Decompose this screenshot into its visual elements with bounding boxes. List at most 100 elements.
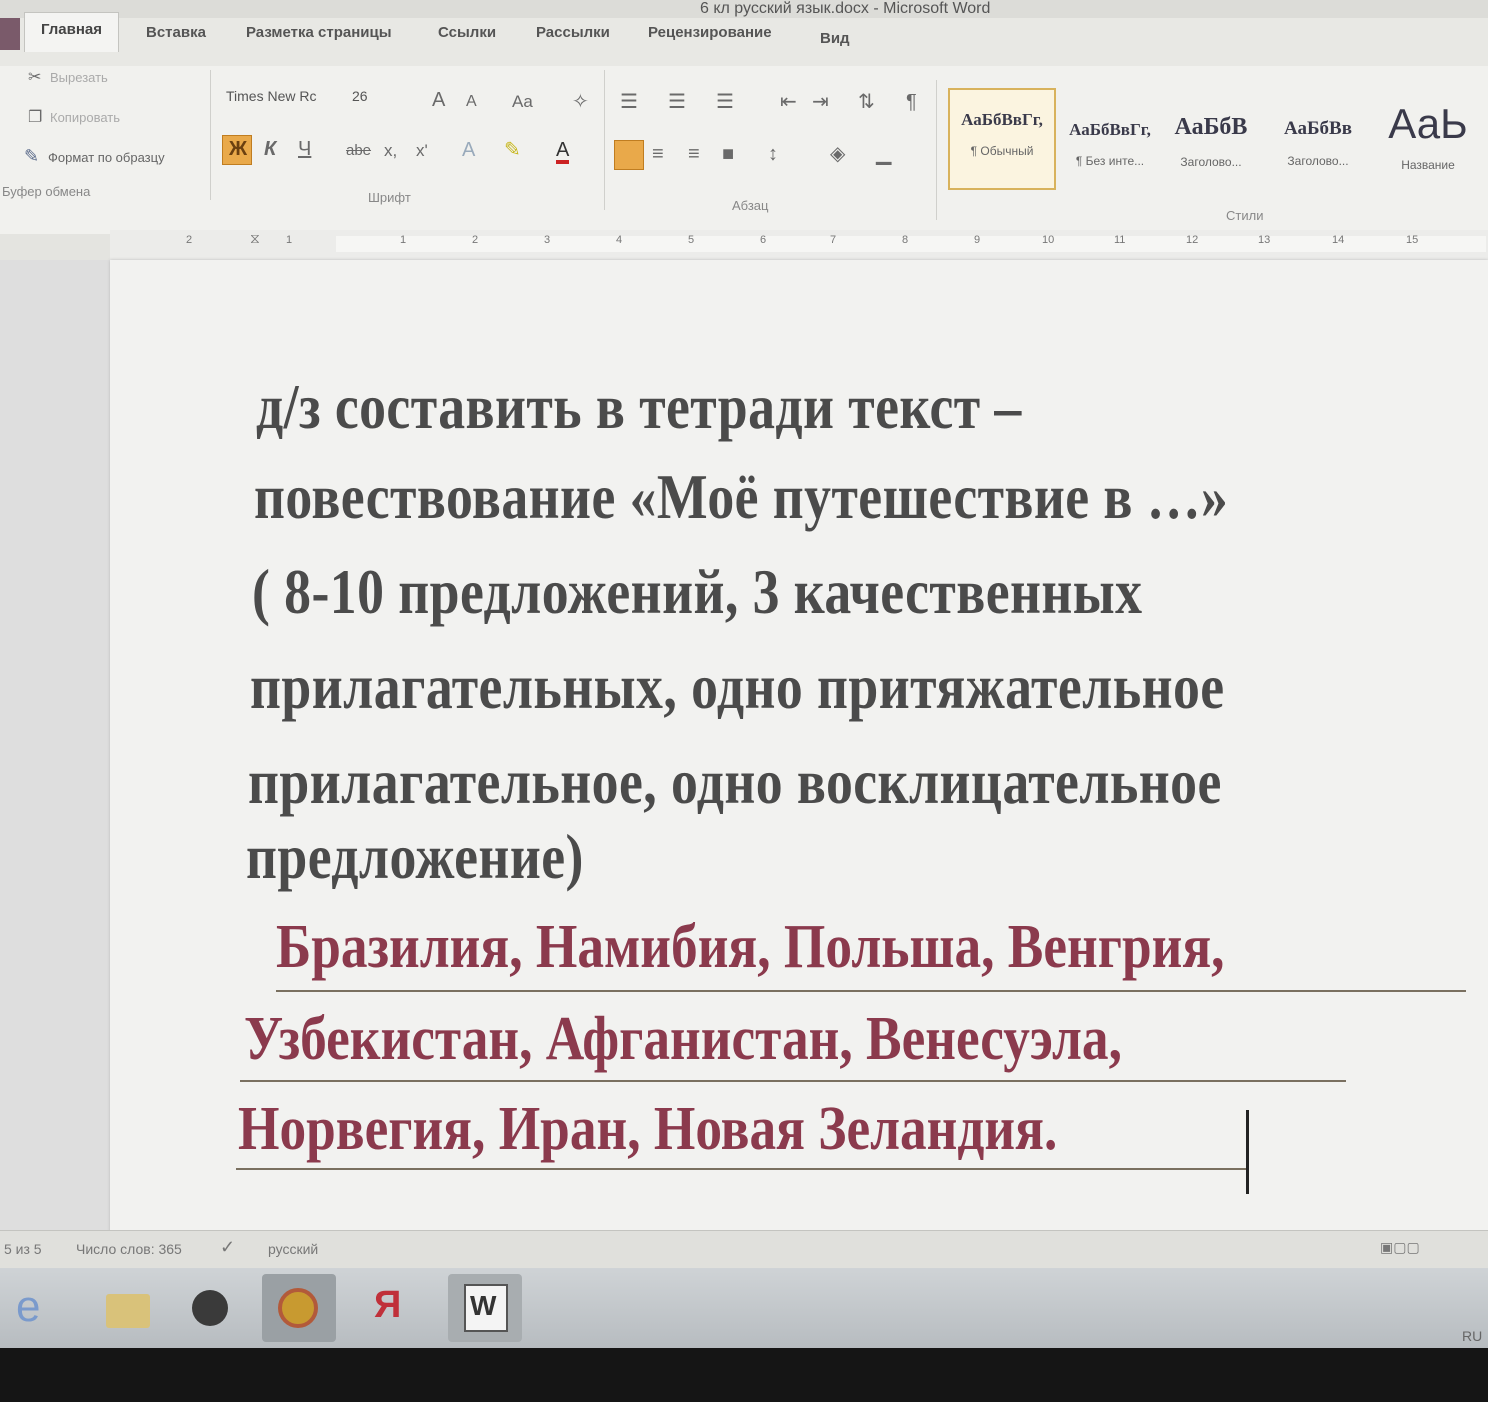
numbering-icon[interactable]: ☰ [668, 92, 686, 112]
style-normal[interactable]: АаБбВвГг, ¶ Обычный [948, 88, 1056, 190]
tab-references[interactable]: Ссылки [438, 24, 496, 41]
word-taskbar-icon[interactable]: W [448, 1274, 522, 1342]
shrink-font-icon[interactable]: A [466, 92, 477, 112]
divider [210, 70, 211, 200]
style-preview: АаЬ [1388, 100, 1468, 147]
indent-marker-icon[interactable]: ⧖ [250, 230, 260, 247]
style-name: ¶ Обычный [970, 144, 1034, 158]
tab-insert[interactable]: Вставка [146, 24, 206, 41]
ruler-number: 2 [472, 234, 479, 246]
explorer-icon[interactable] [92, 1274, 166, 1342]
bullets-icon[interactable]: ☰ [620, 92, 638, 112]
borders-icon[interactable]: ▁ [876, 144, 891, 164]
chrome-icon[interactable] [262, 1274, 336, 1342]
decrease-indent-icon[interactable]: ⇤ [780, 92, 797, 112]
ruler-text-area [336, 236, 1486, 252]
horizontal-ruler[interactable]: 2 1 1 2 3 4 5 6 7 8 9 10 11 12 13 14 15 … [110, 230, 1488, 261]
ie-glyph-icon: e [16, 1282, 41, 1331]
ruler-number: 9 [974, 234, 981, 246]
chrome-logo-icon [278, 1288, 318, 1328]
sort-icon[interactable]: ⇅ [858, 92, 875, 112]
countries-line: Узбекистан, Афганистан, Венесуэла, [244, 1005, 1122, 1073]
clear-format-icon[interactable]: ✧ [572, 92, 589, 112]
font-size-select[interactable]: 26 [352, 88, 368, 104]
ruler-number: 10 [1042, 234, 1055, 246]
text-cursor [1246, 1110, 1249, 1194]
language-indicator[interactable]: русский [268, 1241, 318, 1257]
style-name: ¶ Без инте... [1075, 154, 1145, 168]
shading-icon[interactable]: ◈ [830, 144, 845, 164]
ie-icon[interactable]: e [4, 1274, 78, 1342]
proofing-icon[interactable]: ✓ [220, 1237, 235, 1258]
change-case-icon[interactable]: Aa [512, 92, 533, 112]
tab-mailings[interactable]: Рассылки [536, 24, 610, 41]
style-no-spacing[interactable]: АаБбВвГг, ¶ Без инте... [1060, 100, 1160, 182]
underline [276, 990, 1466, 992]
strikethrough-button[interactable]: abe [346, 141, 371, 161]
font-group-label: Шрифт [368, 190, 411, 205]
copy-icon: ❐ [28, 109, 43, 126]
multilevel-list-icon[interactable]: ☰ [716, 92, 734, 112]
ruler-number: 1 [400, 234, 407, 246]
grow-font-icon[interactable]: A [432, 90, 445, 110]
style-name: Заголово... [1180, 155, 1242, 169]
align-right-icon[interactable]: ≡ [688, 144, 700, 164]
divider [936, 80, 937, 220]
ruler-number: 12 [1186, 234, 1199, 246]
countries-line: Норвегия, Иран, Новая Зеландия. [238, 1095, 1058, 1163]
play-icon [192, 1290, 228, 1326]
underline [240, 1080, 1346, 1082]
format-painter-button[interactable]: Формат по образцу [48, 150, 165, 165]
style-heading-2[interactable]: АаБбВв Заголово... [1266, 100, 1370, 182]
highlight-icon[interactable]: ✎ [504, 140, 521, 160]
window-title: 6 кл русский язык.docx - Microsoft Word [700, 0, 991, 17]
text-effects-icon[interactable]: A [462, 140, 475, 160]
file-tab[interactable] [0, 18, 20, 50]
page-count[interactable]: 5 из 5 [4, 1241, 42, 1257]
italic-button[interactable]: К [264, 139, 276, 159]
doc-line: повествование «Моё путешествие в …» [254, 461, 1229, 532]
scissors-icon: ✂ [28, 69, 42, 86]
line-spacing-icon[interactable]: ↕ [768, 144, 778, 164]
style-preview: АаБбВвГг, [961, 110, 1043, 129]
pilcrow-icon[interactable]: ¶ [906, 92, 917, 112]
copy-button[interactable]: Копировать [50, 110, 120, 125]
font-name-select[interactable]: Times New Rc [226, 88, 317, 104]
underline [236, 1168, 1248, 1170]
doc-line: прилагательное, одно восклицательное [248, 746, 1222, 817]
style-preview: АаБбВвГг, [1069, 120, 1151, 139]
language-tray[interactable]: RU [1462, 1328, 1482, 1344]
tab-view[interactable]: Вид [820, 30, 850, 47]
doc-line: ( 8-10 предложений, 3 качественных [252, 556, 1143, 627]
subscript-button[interactable]: x, [384, 141, 397, 161]
ruler-number: 2 [186, 234, 193, 246]
view-buttons-icon[interactable]: ▣▢▢ [1380, 1239, 1420, 1256]
ruler-number: 1 [286, 234, 293, 246]
justify-icon[interactable]: ■ [722, 144, 734, 164]
word-logo-icon: W [464, 1284, 508, 1332]
media-player-icon[interactable] [176, 1274, 250, 1342]
cut-button[interactable]: Вырезать [50, 70, 108, 85]
align-left-button[interactable] [614, 140, 644, 170]
ruler-number: 4 [616, 234, 623, 246]
increase-indent-icon[interactable]: ⇥ [812, 92, 829, 112]
yandex-icon[interactable]: Я [350, 1274, 424, 1342]
tab-home[interactable]: Главная [24, 12, 120, 52]
underline-button[interactable]: Ч [298, 139, 311, 159]
style-heading-1[interactable]: АаБбВ Заголово... [1164, 100, 1258, 182]
tab-page-layout[interactable]: Разметка страницы [246, 24, 392, 41]
brush-icon: ✎ [24, 146, 40, 166]
divider [604, 70, 605, 210]
word-glyph: W [470, 1290, 497, 1321]
taskbar: e Я W RU [0, 1268, 1488, 1348]
align-center-icon[interactable]: ≡ [652, 144, 664, 164]
word-count[interactable]: Число слов: 365 [76, 1241, 182, 1257]
superscript-button[interactable]: x' [416, 141, 428, 161]
style-preview: АаБбВв [1284, 118, 1352, 139]
tab-review[interactable]: Рецензирование [648, 24, 772, 41]
countries-line: Бразилия, Намибия, Польша, Венгрия, [276, 913, 1225, 981]
doc-line: д/з составить в тетради текст – [256, 371, 1022, 442]
bold-icon: Ж [229, 138, 248, 160]
style-title[interactable]: АаЬ Название [1374, 100, 1482, 182]
font-color-icon[interactable]: A [556, 140, 570, 164]
